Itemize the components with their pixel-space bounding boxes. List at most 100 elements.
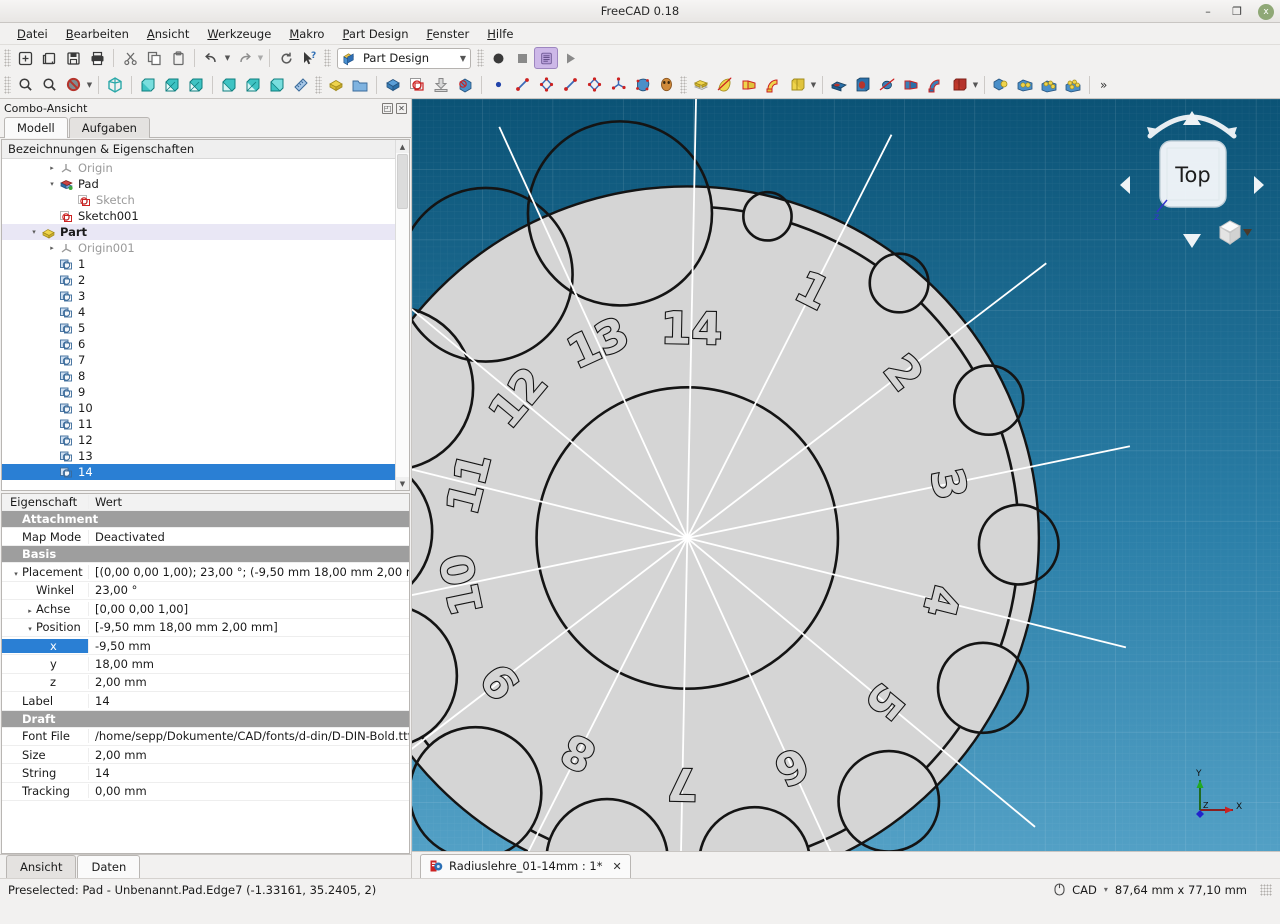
tree-item-11[interactable]: 11 — [2, 416, 409, 432]
tree-item-12[interactable]: 12 — [2, 432, 409, 448]
toolbar-grip[interactable] — [4, 75, 11, 94]
property-value[interactable]: 2,00 mm — [88, 747, 409, 762]
create-group-icon[interactable] — [348, 74, 372, 96]
paste-icon[interactable] — [166, 47, 190, 69]
tree-item-7[interactable]: 7 — [2, 352, 409, 368]
create-part-icon[interactable] — [324, 74, 348, 96]
menu-item-ansicht[interactable]: Ansicht — [138, 24, 198, 44]
undo-dropdown-caret[interactable]: ▼ — [223, 47, 232, 69]
tree-item-13[interactable]: 13 — [2, 448, 409, 464]
property-value[interactable]: 18,00 mm — [88, 657, 409, 672]
document-tab-close-icon[interactable]: ✕ — [613, 860, 622, 873]
tree-item-6[interactable]: 6 — [2, 336, 409, 352]
datum-icon[interactable] — [606, 74, 630, 96]
tree-scrollbar[interactable]: ▲ ▼ — [395, 140, 409, 490]
mirrored-icon[interactable] — [989, 74, 1013, 96]
scroll-up-icon[interactable]: ▲ — [396, 140, 409, 153]
property-value[interactable]: Deactivated — [88, 529, 409, 544]
toolbar-grip[interactable] — [4, 49, 11, 67]
tree-item-14[interactable]: 14 — [2, 464, 409, 480]
front-view-icon[interactable] — [136, 74, 160, 96]
pad-icon[interactable] — [689, 74, 713, 96]
polar-pattern-icon[interactable] — [1037, 74, 1061, 96]
whats-this-icon[interactable]: ? — [298, 47, 322, 69]
redo-dropdown-caret[interactable]: ▼ — [256, 47, 265, 69]
tree-item-pad[interactable]: ▾ Pad — [2, 176, 409, 192]
right-view-icon[interactable] — [184, 74, 208, 96]
macro-editor-icon[interactable] — [534, 47, 558, 69]
property-value[interactable]: -9,50 mm — [88, 638, 409, 653]
macro-execute-icon[interactable] — [558, 47, 582, 69]
tree-item-sketch001[interactable]: Sketch001 — [2, 208, 409, 224]
window-maximize-button[interactable]: ❐ — [1229, 4, 1245, 20]
navigation-cube[interactable]: Top z — [1112, 103, 1272, 263]
property-expand-arrow[interactable]: ▾ — [10, 570, 22, 578]
toolbar-grip[interactable] — [477, 49, 484, 67]
property-row-winkel[interactable]: Winkel 23,00 ° — [2, 582, 409, 601]
property-row-label[interactable]: Label 14 — [2, 692, 409, 711]
undo-icon[interactable] — [199, 47, 223, 69]
line-2-icon[interactable] — [558, 74, 582, 96]
property-row-tracking[interactable]: Tracking 0,00 mm — [2, 783, 409, 802]
rear-view-icon[interactable] — [217, 74, 241, 96]
property-value[interactable]: 0,00 mm — [88, 784, 409, 799]
property-row-map-mode[interactable]: Map Mode Deactivated — [2, 528, 409, 547]
hole-icon[interactable] — [851, 74, 875, 96]
menu-item-makro[interactable]: Makro — [280, 24, 333, 44]
validate-sketch-icon[interactable] — [453, 74, 477, 96]
tree-item-1[interactable]: 1 — [2, 256, 409, 272]
document-tab[interactable]: Radiuslehre_01-14mm : 1* ✕ — [420, 854, 631, 878]
menu-item-part-design[interactable]: Part Design — [333, 24, 417, 44]
draw-style-caret-icon[interactable]: ▼ — [85, 74, 94, 96]
print-icon[interactable] — [85, 47, 109, 69]
draw-style-icon[interactable] — [61, 74, 85, 96]
subtractive-primitive-icon[interactable] — [947, 74, 971, 96]
attach-sketch-icon[interactable] — [429, 74, 453, 96]
tree-expand-arrow[interactable]: ▸ — [46, 164, 58, 172]
property-value[interactable]: [(0,00 0,00 1,00); 23,00 °; (-9,50 mm 18… — [88, 565, 409, 580]
menu-item-werkzeuge[interactable]: Werkzeuge — [198, 24, 280, 44]
close-panel-icon[interactable]: ✕ — [396, 102, 407, 114]
polygon-icon[interactable] — [582, 74, 606, 96]
isometric-view-icon[interactable] — [103, 74, 127, 96]
create-sketch-icon[interactable] — [405, 74, 429, 96]
scroll-down-icon[interactable]: ▼ — [396, 477, 409, 490]
tree-item-origin001[interactable]: ▸ Origin001 — [2, 240, 409, 256]
property-value[interactable]: [-9,50 mm 18,00 mm 2,00 mm] — [88, 620, 409, 635]
workbench-caret-icon[interactable]: ▼ — [460, 54, 466, 63]
point-icon[interactable] — [486, 74, 510, 96]
refresh-icon[interactable] — [274, 47, 298, 69]
property-tab-ansicht[interactable]: Ansicht — [6, 855, 77, 878]
window-close-button[interactable]: x — [1258, 3, 1274, 20]
loft-icon[interactable] — [737, 74, 761, 96]
property-row-z[interactable]: z 2,00 mm — [2, 674, 409, 693]
multi-transform-icon[interactable] — [1061, 74, 1085, 96]
property-row-x[interactable]: x -9,50 mm — [2, 637, 409, 656]
tree-expand-arrow[interactable]: ▾ — [46, 180, 58, 188]
menu-item-bearbeiten[interactable]: Bearbeiten — [57, 24, 138, 44]
tree-item-sketch[interactable]: Sketch — [2, 192, 409, 208]
tree-item-5[interactable]: 5 — [2, 320, 409, 336]
additive-pipe-icon[interactable] — [761, 74, 785, 96]
subtractive-pipe-icon[interactable] — [923, 74, 947, 96]
subtractive-loft-icon[interactable] — [899, 74, 923, 96]
subtractive-caret-icon[interactable]: ▼ — [971, 74, 980, 96]
open-document-icon[interactable] — [37, 47, 61, 69]
property-row-y[interactable]: y 18,00 mm — [2, 655, 409, 674]
new-document-icon[interactable] — [13, 47, 37, 69]
toolbar-overflow-button[interactable]: » — [1094, 78, 1112, 92]
measure-icon[interactable] — [289, 74, 313, 96]
macro-stop-icon[interactable] — [510, 47, 534, 69]
revolution-icon[interactable] — [713, 74, 737, 96]
property-row-placement[interactable]: ▾ Placement [(0,00 0,00 1,00); 23,00 °; (-… — [2, 563, 409, 582]
macro-record-icon[interactable] — [486, 47, 510, 69]
tree-item-9[interactable]: 9 — [2, 384, 409, 400]
toolbar-grip[interactable] — [324, 49, 331, 67]
property-value[interactable]: [0,00 0,00 1,00] — [88, 601, 409, 616]
save-icon[interactable] — [61, 47, 85, 69]
tree-item-8[interactable]: 8 — [2, 368, 409, 384]
property-value[interactable]: /home/sepp/Dokumente/CAD/fonts/d-din/D-D… — [88, 729, 409, 744]
property-value[interactable]: 23,00 ° — [88, 583, 409, 598]
property-value[interactable]: 14 — [88, 765, 409, 780]
property-expand-arrow[interactable]: ▾ — [24, 625, 36, 633]
